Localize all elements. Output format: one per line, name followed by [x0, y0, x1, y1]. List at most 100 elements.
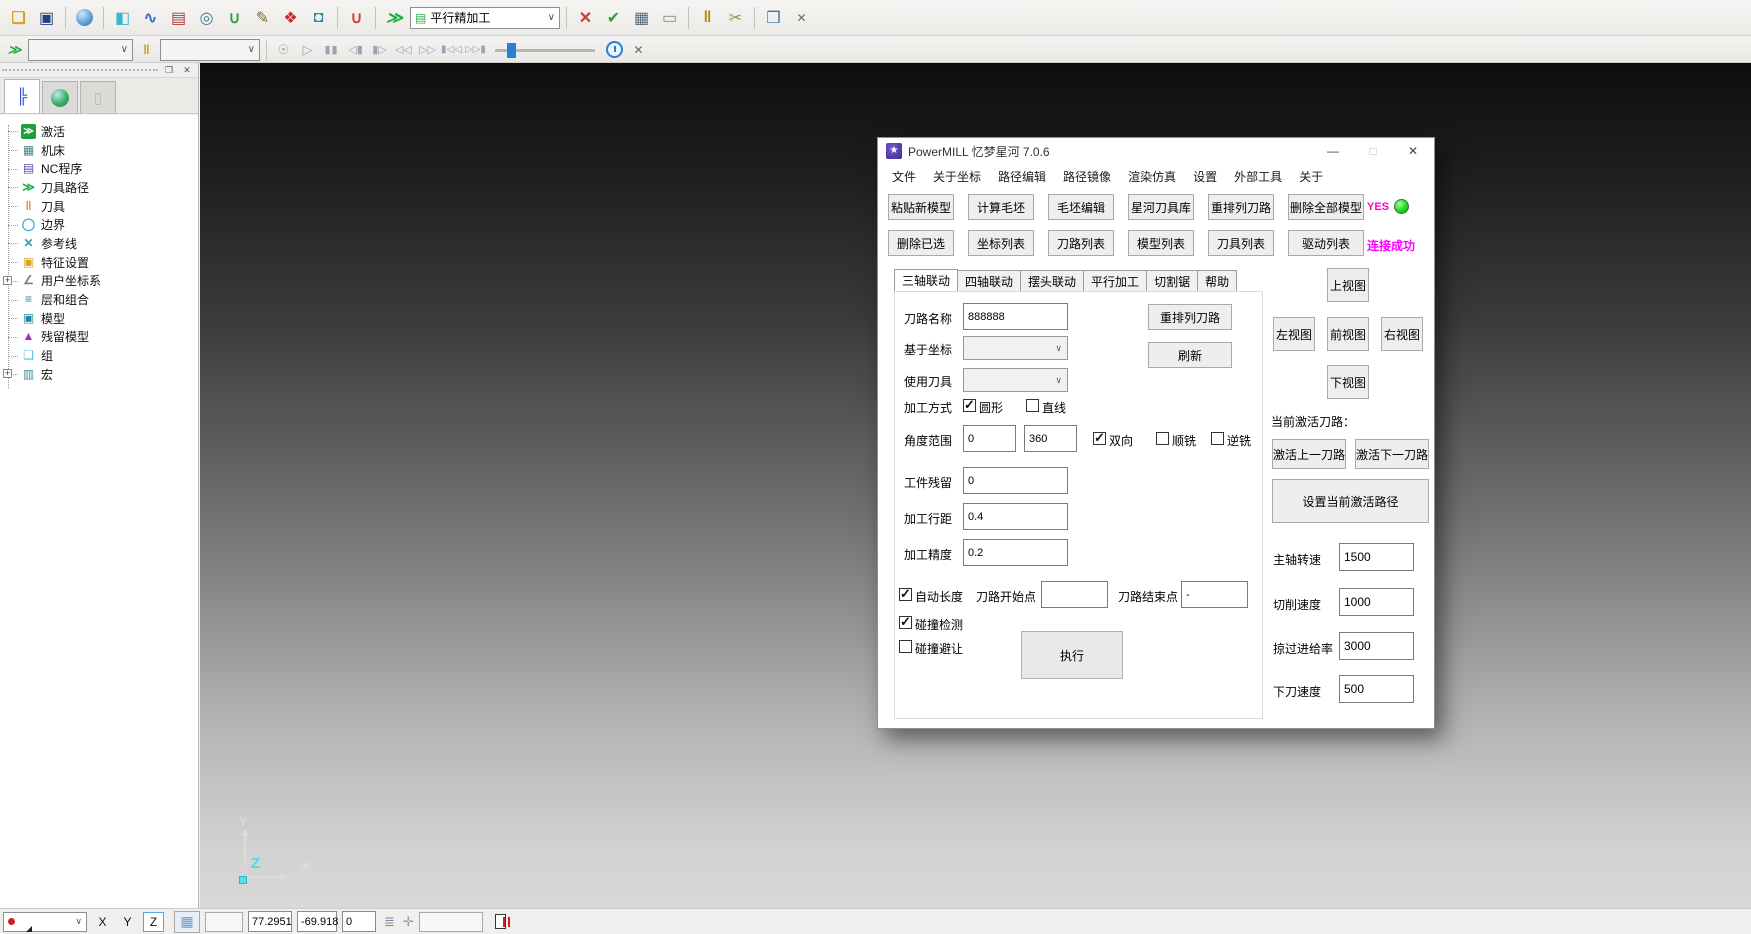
activate-next-button[interactable]: 激活下一刀路 — [1355, 439, 1429, 469]
expand-icon[interactable] — [3, 369, 12, 378]
rearrange-toolpaths-button[interactable]: 重排列刀路 — [1208, 194, 1274, 220]
skim-feed-input[interactable] — [1339, 632, 1414, 660]
refresh-button[interactable]: 刷新 — [1148, 342, 1232, 368]
calc-block-button[interactable]: 计算毛坯 — [968, 194, 1034, 220]
model-list-button[interactable]: 模型列表 — [1128, 230, 1194, 256]
tab-four-axis[interactable]: 四轴联动 — [957, 270, 1021, 291]
toolholder-icon[interactable] — [344, 5, 369, 30]
menu-about[interactable]: 关于 — [1299, 168, 1323, 185]
execute-button[interactable]: 执行 — [1021, 631, 1123, 679]
plunge-feed-input[interactable] — [1339, 675, 1414, 703]
tool-icon[interactable] — [194, 5, 219, 30]
go-end-icon[interactable] — [465, 39, 486, 60]
menu-file[interactable]: 文件 — [892, 168, 916, 185]
view-right-button[interactable]: 右视图 — [1381, 317, 1423, 351]
tolerance-input[interactable] — [963, 539, 1068, 566]
maximize-button[interactable]: □ — [1356, 138, 1390, 164]
menu-coords[interactable]: 关于坐标 — [933, 168, 981, 185]
tree-item-tools[interactable]: 刀具 — [0, 197, 198, 216]
recycle-tab[interactable] — [80, 81, 116, 113]
climb-checkbox[interactable] — [1156, 432, 1169, 445]
axis-z-button[interactable]: Z — [143, 912, 164, 932]
restore-panel-icon[interactable]: ❐ — [162, 64, 176, 76]
menu-path-mirror[interactable]: 路径镜像 — [1063, 168, 1111, 185]
view-left-button[interactable]: 左视图 — [1273, 317, 1315, 351]
stepover-input[interactable] — [963, 503, 1068, 530]
shaded-view-icon[interactable] — [72, 5, 97, 30]
drive-list-button[interactable]: 驱动列表 — [1288, 230, 1364, 256]
circular-checkbox[interactable] — [963, 399, 976, 412]
calculator-icon[interactable] — [629, 5, 654, 30]
slider-handle[interactable] — [507, 43, 516, 58]
strategy-preset-dropdown[interactable]: 平行精加工 ∨ — [410, 7, 560, 29]
explorer-tree-tab[interactable] — [4, 79, 40, 113]
xyz-list-icon[interactable] — [384, 914, 395, 930]
dialog-titlebar[interactable]: PowerMILL 忆梦星河 7.0.6 — [878, 138, 1434, 164]
paste-new-model-button[interactable]: 粘贴新模型 — [888, 194, 954, 220]
rewind-icon[interactable] — [393, 39, 414, 60]
coord-list-button[interactable]: 坐标列表 — [968, 230, 1034, 256]
tab-three-axis[interactable]: 三轴联动 — [894, 269, 958, 291]
toolpath-curve-icon[interactable] — [138, 5, 163, 30]
speed-slider[interactable] — [495, 41, 595, 59]
axis-x-button[interactable]: X — [93, 912, 112, 932]
view-bottom-button[interactable]: 下视图 — [1327, 365, 1369, 399]
cutting-feed-input[interactable] — [1339, 588, 1414, 616]
view-front-button[interactable]: 前视图 — [1327, 317, 1369, 351]
bidirectional-checkbox[interactable] — [1093, 432, 1106, 445]
stock-remain-input[interactable] — [963, 467, 1068, 494]
tab-saw[interactable]: 切割锯 — [1146, 270, 1198, 291]
tree-item-macros[interactable]: 宏 — [0, 365, 198, 384]
fast-forward-icon[interactable] — [417, 39, 438, 60]
linear-checkbox[interactable] — [1026, 399, 1039, 412]
view-top-button[interactable]: 上视图 — [1327, 268, 1369, 302]
collision-avoid-checkbox[interactable] — [899, 640, 912, 653]
open-project-icon[interactable] — [6, 5, 31, 30]
tree-item-stock-models[interactable]: 残留模型 — [0, 328, 198, 347]
start-point-input[interactable] — [1041, 581, 1108, 608]
tool-list-button[interactable]: 刀具列表 — [1208, 230, 1274, 256]
toolpath-name-input[interactable] — [963, 303, 1068, 330]
measure-field[interactable] — [419, 912, 483, 932]
pause-icon[interactable] — [321, 39, 342, 60]
leads-icon[interactable] — [222, 5, 247, 30]
points-icon[interactable] — [278, 5, 303, 30]
tree-item-models[interactable]: 模型 — [0, 309, 198, 328]
delete-selected-button[interactable]: 删除已选 — [888, 230, 954, 256]
measure-icon[interactable] — [657, 5, 682, 30]
pattern-draw-icon[interactable] — [250, 5, 275, 30]
tab-swivel-head[interactable]: 摆头联动 — [1020, 270, 1084, 291]
tree-item-patterns[interactable]: 参考线 — [0, 234, 198, 253]
web-tab[interactable] — [42, 81, 78, 113]
toolpath-list-button[interactable]: 刀路列表 — [1048, 230, 1114, 256]
drag-handle[interactable] — [2, 69, 158, 71]
tree-item-boundaries[interactable]: 边界 — [0, 215, 198, 234]
menu-settings[interactable]: 设置 — [1193, 168, 1217, 185]
activate-prev-button[interactable]: 激活上一刀路 — [1272, 439, 1346, 469]
block-icon[interactable] — [110, 5, 135, 30]
tool-pair-icon[interactable] — [695, 5, 720, 30]
menu-render-sim[interactable]: 渲染仿真 — [1128, 168, 1176, 185]
tree-item-feature-sets[interactable]: 特征设置 — [0, 253, 198, 272]
page-status-icon[interactable] — [495, 914, 506, 929]
tab-parallel[interactable]: 平行加工 — [1083, 270, 1147, 291]
step-back-icon[interactable] — [345, 39, 366, 60]
block-tool-icon[interactable] — [306, 5, 331, 30]
grid-size-field[interactable] — [205, 912, 243, 932]
save-project-icon[interactable] — [34, 5, 59, 30]
block-edit-button[interactable]: 毛坯编辑 — [1048, 194, 1114, 220]
use-tool-dropdown[interactable]: ∨ — [963, 368, 1068, 392]
conventional-checkbox[interactable] — [1211, 432, 1224, 445]
tree-item-machine[interactable]: 机床 — [0, 141, 198, 160]
compare-icon[interactable] — [761, 5, 786, 30]
menu-external-tools[interactable]: 外部工具 — [1234, 168, 1282, 185]
tree-item-nc-programs[interactable]: NC程序 — [0, 159, 198, 178]
step-forward-icon[interactable] — [369, 39, 390, 60]
sim-tool-dropdown[interactable]: ∨ — [160, 39, 260, 61]
grid-toggle-button[interactable] — [174, 911, 200, 933]
simulate-check-icon[interactable] — [601, 5, 626, 30]
angle-to-input[interactable] — [1024, 425, 1077, 452]
spindle-speed-input[interactable] — [1339, 543, 1414, 571]
tree-item-workplanes[interactable]: 用户坐标系 — [0, 272, 198, 291]
set-current-path-button[interactable]: 设置当前激活路径 — [1272, 479, 1429, 523]
